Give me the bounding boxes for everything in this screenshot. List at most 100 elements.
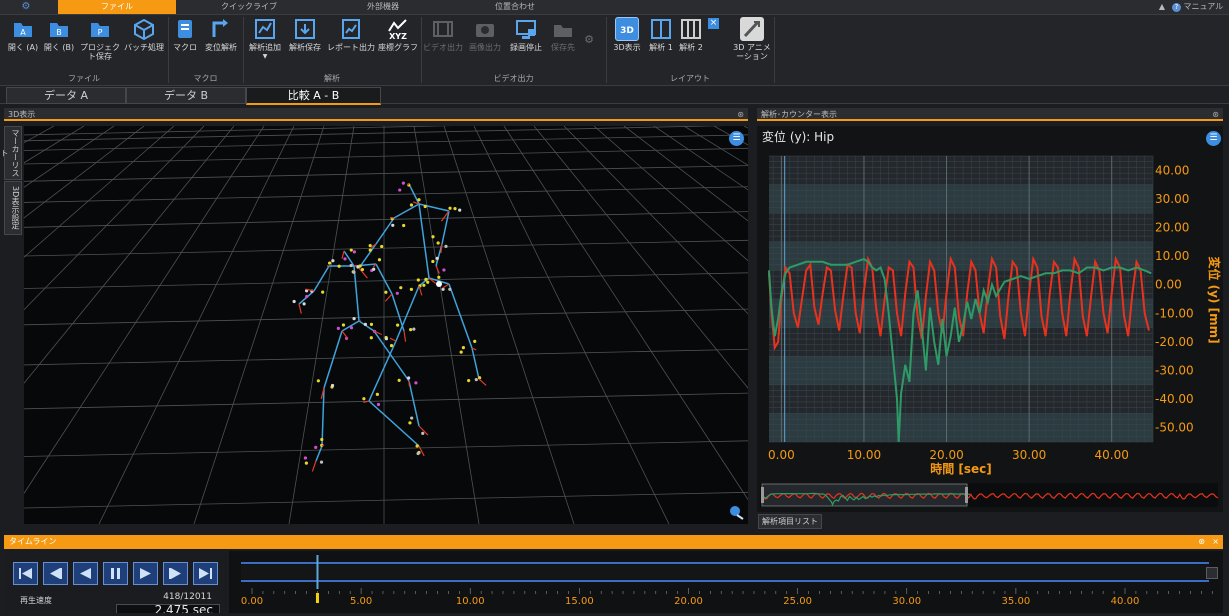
svg-text:P: P (98, 28, 103, 37)
pin-icon[interactable]: ⊛ (1212, 108, 1219, 121)
open-a-icon: A (11, 17, 35, 41)
batch-button[interactable]: バッチ処理 (123, 17, 165, 52)
macro-button[interactable]: マクロ (170, 17, 200, 52)
3d-view-button[interactable]: 3D 3D表示 (610, 17, 644, 52)
chevron-down-icon[interactable]: ▼ (246, 52, 284, 61)
tab-3d-settings[interactable]: 3D表示設定 (4, 181, 22, 235)
group-label-video-output: ビデオ出力 (421, 73, 606, 84)
pin-icon[interactable]: ⊛ (1198, 535, 1205, 549)
timeline-tick-label: 0.00 (241, 596, 263, 607)
marker-point (342, 323, 345, 326)
image-output-button[interactable]: 画像出力 (465, 17, 505, 52)
grid-line (24, 126, 144, 524)
close-icon[interactable]: × (1212, 535, 1219, 549)
group-label-layout: レイアウト (606, 73, 774, 84)
tab-file[interactable]: ファイル (58, 0, 176, 14)
timeline-track[interactable]: 0.005.0010.0015.0020.0025.0030.0035.0040… (229, 551, 1223, 613)
displacement-analysis-button[interactable]: 変位解析 (201, 17, 241, 52)
marker-point (467, 379, 470, 382)
macro-icon (173, 17, 197, 41)
grid-line (194, 126, 324, 524)
view3d-menu-icon[interactable]: ☰ (729, 131, 744, 146)
skeleton-bone (324, 331, 342, 388)
timeline-tick-label: 10.00 (456, 596, 485, 607)
marker-point (317, 379, 320, 382)
timeline-scale[interactable]: 0.005.0010.0015.0020.0025.0030.0035.0040… (229, 551, 1223, 613)
tab-data-b[interactable]: データ B (126, 87, 246, 104)
grid-line (24, 239, 748, 257)
tab-settings[interactable]: ⚙ (0, 0, 52, 14)
xyz-graph-button[interactable]: XYZ 座標グラフ (377, 17, 419, 52)
report-output-button[interactable]: レポート出力 (326, 17, 376, 52)
video-output-button[interactable]: ビデオ出力 (423, 17, 463, 52)
collapse-ribbon-button[interactable]: ▲ (1155, 0, 1169, 14)
tab-compare-a-b[interactable]: 比較 A - B (246, 87, 381, 105)
marker-point (352, 271, 355, 274)
tab-marker-list[interactable]: マーカーリスト (4, 126, 22, 180)
marker-axis (342, 331, 348, 339)
grid-line (414, 126, 479, 524)
recording-stop-button[interactable]: 録画停止 (507, 17, 545, 52)
skeleton-bone (396, 286, 419, 341)
ribbon-separator (774, 17, 775, 83)
step-back-button[interactable] (43, 562, 68, 585)
3d-scene[interactable] (24, 126, 748, 524)
marker-point (412, 328, 415, 331)
project-save-icon: P (88, 17, 112, 41)
x-tick-label: 0.00 (768, 448, 795, 462)
skeleton-bone (369, 401, 419, 446)
open-b-button[interactable]: B 開く (B) (41, 17, 77, 52)
overview-handle-left (761, 487, 764, 503)
marker-point (422, 284, 425, 287)
3d-animation-button[interactable]: 3D アニメーション (733, 17, 771, 61)
grid-line (99, 126, 294, 524)
camera-rotate-icon[interactable] (728, 504, 744, 520)
displacement-icon (209, 17, 233, 41)
marker-point (372, 268, 375, 271)
tab-alignment[interactable]: 位置合わせ (450, 0, 580, 14)
grid-line (24, 126, 174, 524)
gear-icon: ⚙ (581, 35, 597, 44)
marker-point (370, 323, 373, 326)
project-save-button[interactable]: P プロジェクト保存 (79, 17, 121, 61)
analysis-save-icon (293, 17, 317, 41)
displacement-chart[interactable]: 変位 (y): Hip 時間 [sec] 変位 (y) [mm] 40.0030… (757, 126, 1223, 512)
marker-point (305, 295, 308, 298)
play-button[interactable] (133, 562, 158, 585)
marker-point (402, 224, 405, 227)
tab-quick-live[interactable]: クイックライブ (188, 0, 310, 14)
analysis-save-button[interactable]: 解析保存 (286, 17, 324, 52)
pause-button[interactable] (103, 562, 128, 585)
marker-point (380, 245, 383, 248)
chart-menu-icon[interactable]: ☰ (1206, 131, 1221, 146)
timeline-tick-label: 15.00 (565, 596, 594, 607)
step-forward-button[interactable] (163, 562, 188, 585)
skip-start-button[interactable] (13, 562, 38, 585)
layout-analysis-1-button[interactable]: 解析 1 (647, 17, 675, 52)
layout-analysis-2-button[interactable]: 解析 2 (677, 17, 705, 52)
skip-end-button[interactable] (193, 562, 218, 585)
help-link[interactable]: ? マニュアル (1172, 0, 1228, 14)
save-destination-button[interactable]: 保存先 (547, 17, 579, 52)
marker-axis (479, 379, 486, 385)
marker-point (390, 344, 393, 347)
grid-line (654, 126, 748, 524)
pin-icon[interactable]: ⊛ (737, 108, 744, 121)
marker-axis (419, 286, 422, 295)
play-backward-button[interactable] (73, 562, 98, 585)
marker-point (331, 259, 334, 262)
timeline-scroll-button[interactable] (1206, 567, 1218, 579)
tab-external-devices[interactable]: 外部機器 (318, 0, 448, 14)
tab-analysis-item-list[interactable]: 解析項目リスト (758, 514, 822, 529)
video-settings-button[interactable]: ⚙ (581, 17, 597, 44)
marker-point (416, 444, 419, 447)
ribbon: A 開く (A) B 開く (B) P プロジェクト保存 バッチ処理 マクロ 変… (0, 15, 1229, 86)
tab-data-a[interactable]: データ A (6, 87, 126, 104)
marker-axis (354, 265, 357, 266)
help-icon: ? (1172, 3, 1181, 12)
y-tick-label: -50.00 (1155, 421, 1194, 435)
open-a-button[interactable]: A 開く (A) (5, 17, 41, 52)
layout-options-button[interactable]: × (708, 17, 730, 29)
analysis-add-button[interactable]: 解析追加 ▼ (246, 17, 284, 61)
3d-view[interactable]: ☰ (24, 126, 748, 524)
